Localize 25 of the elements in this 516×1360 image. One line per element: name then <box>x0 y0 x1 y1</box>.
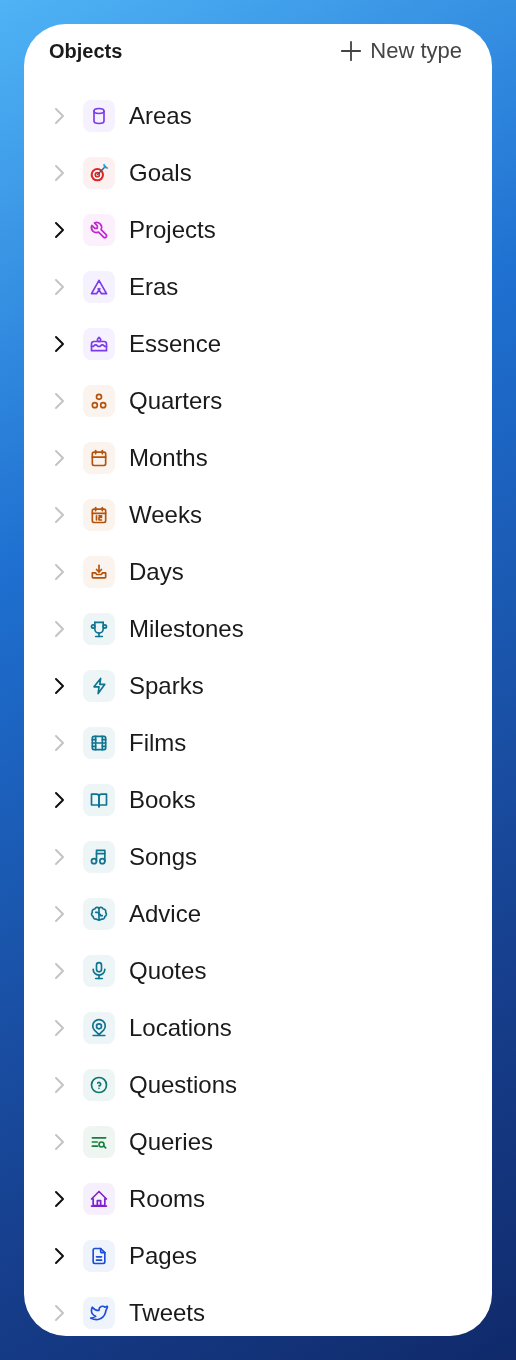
section-title: Objects <box>49 39 123 63</box>
object-type-item[interactable]: Tweets <box>129 1298 206 1327</box>
object-type-item[interactable]: Milestones <box>129 614 244 643</box>
object-type-item[interactable]: Rooms <box>129 1184 206 1213</box>
object-type-item[interactable]: Eras <box>129 272 179 301</box>
object-type-item[interactable]: Films <box>129 728 187 757</box>
object-type-item[interactable]: Areas <box>129 101 192 130</box>
object-type-item[interactable]: Essence <box>129 329 222 358</box>
object-type-item[interactable]: Months <box>129 443 208 472</box>
plus-icon <box>340 40 363 62</box>
object-type-item[interactable]: Projects <box>129 215 216 244</box>
object-type-item[interactable]: Advice <box>129 899 202 928</box>
object-type-item[interactable]: Quotes <box>129 956 207 985</box>
object-type-item[interactable]: Questions <box>129 1070 238 1099</box>
object-type-item[interactable]: Goals <box>129 158 192 187</box>
object-type-item[interactable]: Locations <box>129 1013 232 1042</box>
new-type-button[interactable]: New type <box>340 38 462 64</box>
object-type-item[interactable]: Pages <box>129 1241 198 1270</box>
object-type-item[interactable]: Sparks <box>129 671 204 700</box>
object-type-item[interactable]: Songs <box>129 842 198 871</box>
object-type-item[interactable]: Weeks <box>129 500 202 529</box>
object-type-item[interactable]: Queries <box>129 1127 214 1156</box>
object-type-item[interactable]: Books <box>129 785 196 814</box>
object-type-item[interactable]: Days <box>129 557 184 586</box>
object-type-item[interactable]: Quarters <box>129 386 223 415</box>
